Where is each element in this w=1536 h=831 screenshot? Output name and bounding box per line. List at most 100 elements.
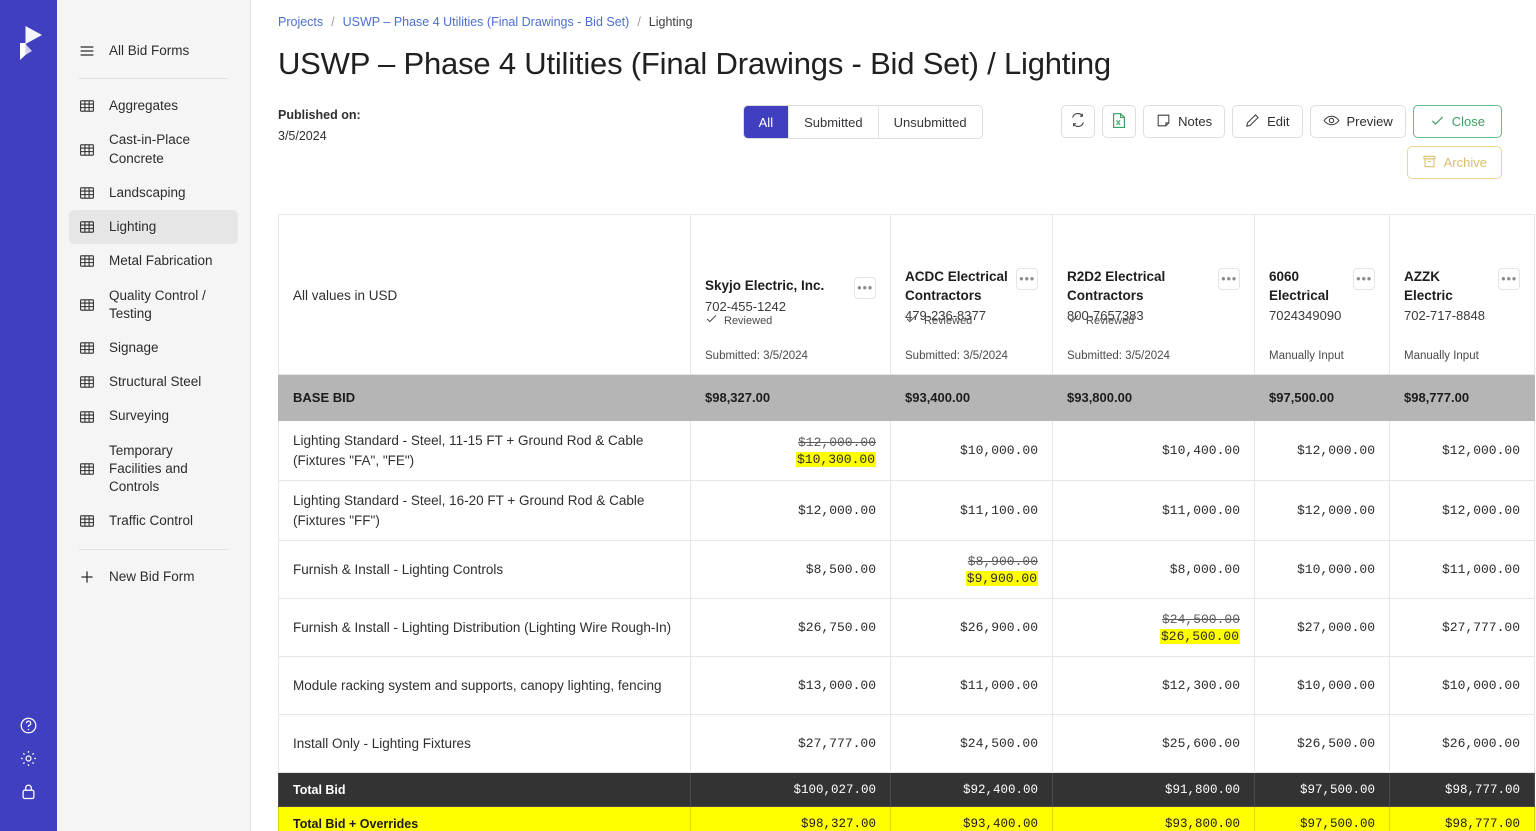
vendor-menu-icon[interactable]: ●●●	[1498, 268, 1520, 291]
table-row[interactable]: Furnish & Install - Lighting Distributio…	[278, 598, 1535, 658]
tab-all[interactable]: All	[743, 106, 790, 138]
table-row[interactable]: Lighting Standard - Steel, 16-20 FT + Gr…	[278, 480, 1535, 542]
bid-cell[interactable]: $25,600.00	[1052, 714, 1255, 774]
sidebar-item-metal-fabrication[interactable]: Metal Fabrication	[69, 244, 238, 278]
toolbar: Notes Edit Preview Close Archive	[1061, 105, 1502, 179]
bid-cell[interactable]: $8,000.00	[1052, 540, 1255, 600]
sidebar-item-quality-control-testing[interactable]: Quality Control / Testing	[69, 279, 238, 331]
bid-cell[interactable]: $26,500.00	[1254, 714, 1390, 774]
sidebar-item-signage[interactable]: Signage	[69, 331, 238, 365]
bid-cell[interactable]: $10,000.00	[1389, 656, 1535, 716]
bid-cell[interactable]: $27,000.00	[1254, 598, 1390, 658]
bid-cell[interactable]: $13,000.00	[690, 656, 891, 716]
vendor-menu-icon[interactable]: ●●●	[1016, 268, 1038, 291]
vendor-status: Submitted: 3/5/2024	[905, 350, 1008, 362]
pipeline-logo-icon[interactable]	[12, 24, 46, 62]
tab-unsubmitted[interactable]: Unsubmitted	[878, 106, 982, 138]
bid-cell[interactable]: $12,000.00	[1389, 480, 1535, 542]
bid-cell[interactable]: $10,000.00	[890, 419, 1053, 482]
preview-button[interactable]: Preview	[1309, 105, 1406, 138]
bid-cell[interactable]: $12,000.00	[1389, 419, 1535, 482]
plus-icon	[79, 569, 95, 585]
bid-cell[interactable]: $8,500.00	[690, 540, 891, 600]
table-icon	[79, 98, 95, 114]
reviewed-status: Reviewed	[905, 312, 972, 330]
bid-cell[interactable]: $12,000.00	[1254, 419, 1390, 482]
main-content: Projects / USWP – Phase 4 Utilities (Fin…	[251, 0, 1536, 831]
sidebar-item-landscaping[interactable]: Landscaping	[69, 176, 238, 210]
table-row[interactable]: Lighting Standard - Steel, 11-15 FT + Gr…	[278, 419, 1535, 482]
table-row[interactable]: Module racking system and supports, cano…	[278, 656, 1535, 716]
sidebar-item-lighting[interactable]: Lighting	[69, 210, 238, 245]
vendor-header-cell: R2D2 Electrical Contractors 800-7657383 …	[1052, 214, 1255, 375]
line-item-label: Module racking system and supports, cano…	[278, 656, 691, 716]
notes-button[interactable]: Notes	[1143, 105, 1226, 138]
note-icon	[1156, 113, 1171, 131]
vendor-menu-icon[interactable]: ●●●	[854, 277, 876, 300]
archive-box-icon	[1422, 154, 1437, 172]
sidebar-item-structural-steel[interactable]: Structural Steel	[69, 365, 238, 399]
published-label: Published on:	[278, 108, 361, 122]
bid-cell[interactable]: $26,900.00	[890, 598, 1053, 658]
new-bid-form-button[interactable]: New Bid Form	[69, 560, 238, 594]
refresh-button[interactable]	[1061, 105, 1096, 138]
vendor-phone: 7024349090	[1269, 307, 1342, 323]
total-bid-row: Total Bid $100,027.00 $92,400.00 $91,800…	[278, 772, 1535, 808]
export-excel-button[interactable]	[1102, 105, 1137, 138]
bid-cell[interactable]: $26,750.00	[690, 598, 891, 658]
sidebar-item-cast-in-place-concrete[interactable]: Cast-in-Place Concrete	[69, 123, 238, 175]
tab-submitted[interactable]: Submitted	[789, 106, 879, 138]
sidebar-item-label: Traffic Control	[109, 513, 194, 529]
base-bid-label: BASE BID	[278, 374, 691, 421]
lock-icon[interactable]	[19, 782, 38, 801]
check-icon	[905, 312, 918, 330]
breadcrumb-project[interactable]: USWP – Phase 4 Utilities (Final Drawings…	[343, 15, 630, 29]
sidebar-item-traffic-control[interactable]: Traffic Control	[69, 504, 238, 538]
edit-button[interactable]: Edit	[1232, 105, 1303, 138]
close-button[interactable]: Close	[1412, 105, 1502, 138]
sidebar-item-aggregates[interactable]: Aggregates	[69, 89, 238, 123]
archive-label: Archive	[1443, 155, 1487, 170]
vendor-name: ACDC Electrical Contractors	[905, 269, 1008, 303]
vendor-name: Skyjo Electric, Inc.	[705, 278, 825, 294]
base-bid-value: $93,800.00	[1052, 374, 1255, 421]
archive-button[interactable]: Archive	[1406, 146, 1502, 179]
bid-cell[interactable]: $12,300.00	[1052, 656, 1255, 716]
table-icon	[79, 219, 95, 235]
reviewed-label: Reviewed	[724, 315, 773, 327]
bid-cell[interactable]: $12,000.00	[1254, 480, 1390, 542]
bid-cell[interactable]: $12,000.00 $10,300.00	[690, 419, 891, 482]
bid-cell[interactable]: $11,100.00	[890, 480, 1053, 542]
bid-cell[interactable]: $10,400.00	[1052, 419, 1255, 482]
sidebar-divider-top	[79, 78, 228, 80]
breadcrumb-separator: /	[331, 15, 335, 29]
bid-cell[interactable]: $24,500.00	[890, 714, 1053, 774]
vendor-header-cell: ACDC Electrical Contractors 479-236-8377…	[890, 214, 1053, 375]
vendor-menu-icon[interactable]: ●●●	[1353, 268, 1375, 291]
sidebar-item-surveying[interactable]: Surveying	[69, 399, 238, 433]
bid-cell[interactable]: $26,000.00	[1389, 714, 1535, 774]
bid-cell[interactable]: $24,500.00 $26,500.00	[1052, 598, 1255, 658]
bid-cell[interactable]: $11,000.00	[890, 656, 1053, 716]
bid-cell[interactable]: $27,777.00	[1389, 598, 1535, 658]
bid-cell[interactable]: $11,000.00	[1389, 540, 1535, 600]
bid-cell[interactable]: $10,000.00	[1254, 656, 1390, 716]
vendor-menu-icon[interactable]: ●●●	[1218, 268, 1240, 291]
table-icon	[79, 513, 95, 529]
settings-gear-icon[interactable]	[19, 749, 38, 768]
table-header-row: All values in USD Skyjo Electric, Inc. 7…	[278, 214, 1535, 375]
bid-cell[interactable]: $27,777.00	[690, 714, 891, 774]
total-bid-value: $100,027.00	[690, 772, 891, 808]
help-icon[interactable]	[19, 716, 38, 735]
breadcrumb-projects[interactable]: Projects	[278, 15, 323, 29]
sidebar-item-temporary-facilities-and-controls[interactable]: Temporary Facilities and Controls	[69, 434, 238, 505]
bid-cell[interactable]: $12,000.00	[690, 480, 891, 542]
table-row[interactable]: Furnish & Install - Lighting Controls $8…	[278, 540, 1535, 600]
bid-comparison-table-wrapper[interactable]: All values in USD Skyjo Electric, Inc. 7…	[278, 214, 1536, 831]
sidebar-item-all-bid-forms[interactable]: All Bid Forms	[69, 34, 238, 68]
sidebar-item-label: Aggregates	[109, 98, 179, 114]
bid-cell[interactable]: $8,900.00 $9,900.00	[890, 540, 1053, 600]
bid-cell[interactable]: $11,000.00	[1052, 480, 1255, 542]
table-row[interactable]: Install Only - Lighting Fixtures $27,777…	[278, 714, 1535, 774]
bid-cell[interactable]: $10,000.00	[1254, 540, 1390, 600]
